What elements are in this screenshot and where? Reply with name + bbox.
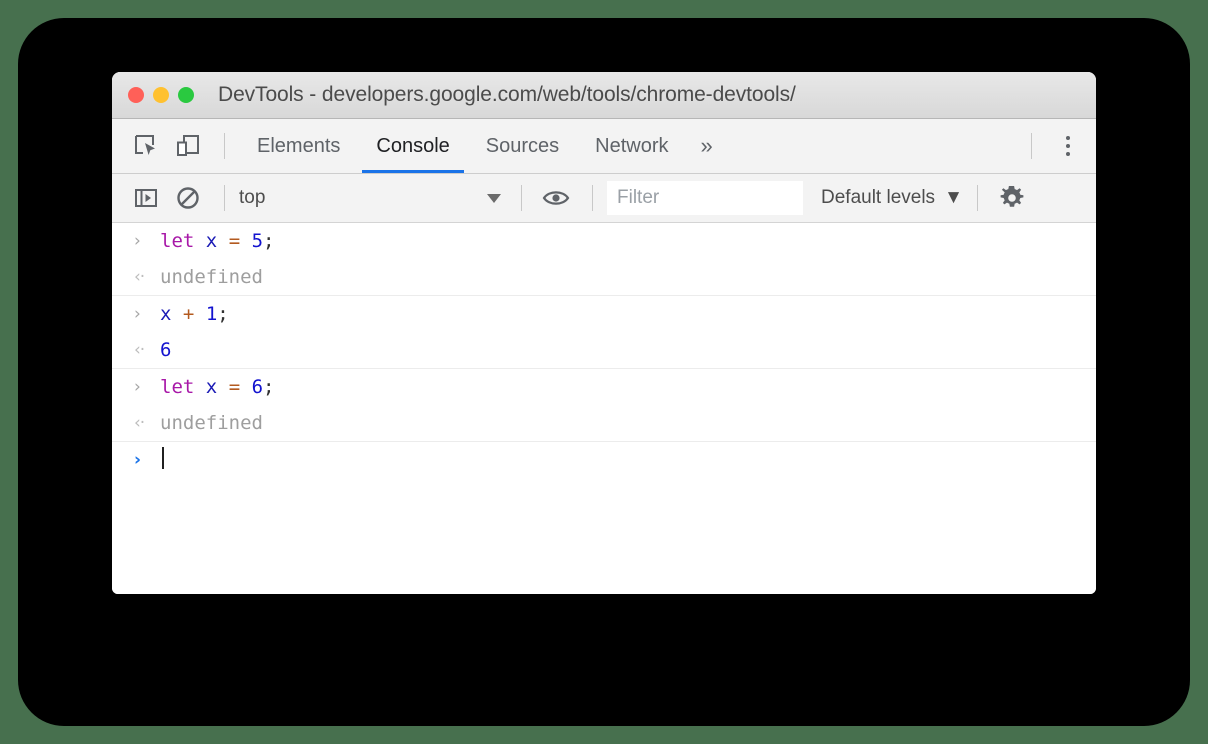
console-row-input[interactable]: › let x = 5; <box>112 223 1096 259</box>
code-space <box>194 303 205 325</box>
tab-console-label: Console <box>376 135 449 158</box>
console-toolbar-divider-4 <box>977 185 978 211</box>
code-token: ; <box>263 376 274 398</box>
more-tabs-label: » <box>701 133 713 159</box>
traffic-lights <box>112 87 194 103</box>
code-space <box>194 230 205 252</box>
console-row-output[interactable]: ‹· undefined <box>112 259 1096 295</box>
console-prompt-row[interactable]: › <box>112 441 1096 478</box>
code-token: let <box>160 376 194 398</box>
filter-input[interactable]: Filter <box>607 181 803 215</box>
chevron-down-icon <box>487 194 501 203</box>
console-output-value: 6 <box>160 337 171 363</box>
inspect-element-icon[interactable] <box>126 126 166 166</box>
console-input-code: let x = 5; <box>160 228 275 254</box>
code-space <box>240 376 251 398</box>
console-input-code: x + 1; <box>160 301 229 327</box>
kebab-dot <box>1066 136 1070 140</box>
code-space <box>171 303 182 325</box>
code-space <box>240 230 251 252</box>
log-levels-label: Default levels <box>821 187 935 209</box>
device-toolbar-icon[interactable] <box>168 126 208 166</box>
console-sidebar-toggle-icon[interactable] <box>126 178 166 218</box>
toolbar-divider <box>224 133 225 159</box>
output-marker-icon: ‹· <box>134 410 160 436</box>
tab-sources[interactable]: Sources <box>468 119 577 173</box>
code-token: ; <box>263 230 274 252</box>
code-token: 1 <box>206 303 217 325</box>
tabbar-divider-right <box>1031 133 1032 159</box>
console-toolbar: top Filter Default levels ▼ <box>112 174 1096 223</box>
code-token: let <box>160 230 194 252</box>
tab-network-label: Network <box>595 135 668 158</box>
tab-elements[interactable]: Elements <box>239 119 358 173</box>
console-message-list[interactable]: › let x = 5; ‹· undefined › x + 1; ‹· 6 … <box>112 223 1096 594</box>
code-space <box>217 376 228 398</box>
close-window-button[interactable] <box>128 87 144 103</box>
prompt-marker-icon: › <box>134 447 160 473</box>
code-token: = <box>229 230 240 252</box>
devtools-tabbar: Elements Console Sources Network » <box>112 119 1096 174</box>
zoom-window-button[interactable] <box>178 87 194 103</box>
code-space <box>194 376 205 398</box>
console-row-input[interactable]: › x + 1; <box>112 295 1096 332</box>
input-marker-icon: › <box>134 228 160 254</box>
tab-console[interactable]: Console <box>358 119 467 173</box>
tab-sources-label: Sources <box>486 135 559 158</box>
console-output-value: undefined <box>160 264 263 290</box>
live-expression-eye-icon[interactable] <box>536 178 576 218</box>
code-token: 6 <box>252 376 263 398</box>
chevron-down-icon: ▼ <box>944 187 963 209</box>
log-levels-dropdown[interactable]: Default levels ▼ <box>821 187 963 209</box>
window-title: DevTools - developers.google.com/web/too… <box>194 83 1096 107</box>
clear-console-icon[interactable] <box>168 178 208 218</box>
input-marker-icon: › <box>134 374 160 400</box>
tab-network[interactable]: Network <box>577 119 686 173</box>
minimize-window-button[interactable] <box>153 87 169 103</box>
console-output-value: undefined <box>160 410 263 436</box>
console-input-code: let x = 6; <box>160 374 275 400</box>
code-token: ; <box>217 303 228 325</box>
console-row-output[interactable]: ‹· undefined <box>112 405 1096 441</box>
text-cursor <box>162 447 164 469</box>
tab-elements-label: Elements <box>257 135 340 158</box>
execution-context-value: top <box>239 187 487 209</box>
console-settings-gear-icon[interactable] <box>992 178 1032 218</box>
window-titlebar: DevTools - developers.google.com/web/too… <box>112 72 1096 119</box>
input-marker-icon: › <box>134 301 160 327</box>
kebab-dot <box>1066 152 1070 156</box>
output-marker-icon: ‹· <box>134 264 160 290</box>
kebab-dot <box>1066 144 1070 148</box>
console-row-output[interactable]: ‹· 6 <box>112 332 1096 368</box>
console-toolbar-divider-1 <box>224 185 225 211</box>
code-token: x <box>206 230 217 252</box>
console-row-input[interactable]: › let x = 6; <box>112 368 1096 405</box>
code-token: = <box>229 376 240 398</box>
more-tabs-chevron-icon[interactable]: » <box>687 119 727 173</box>
code-token: + <box>183 303 194 325</box>
code-space <box>217 230 228 252</box>
execution-context-dropdown[interactable]: top <box>239 183 507 213</box>
code-token: x <box>160 303 171 325</box>
console-toolbar-divider-3 <box>592 185 593 211</box>
code-token: x <box>206 376 217 398</box>
console-toolbar-divider-2 <box>521 185 522 211</box>
devtools-window: DevTools - developers.google.com/web/too… <box>112 72 1096 594</box>
code-token: 5 <box>252 230 263 252</box>
kebab-menu-icon[interactable] <box>1046 124 1090 168</box>
output-marker-icon: ‹· <box>134 337 160 363</box>
